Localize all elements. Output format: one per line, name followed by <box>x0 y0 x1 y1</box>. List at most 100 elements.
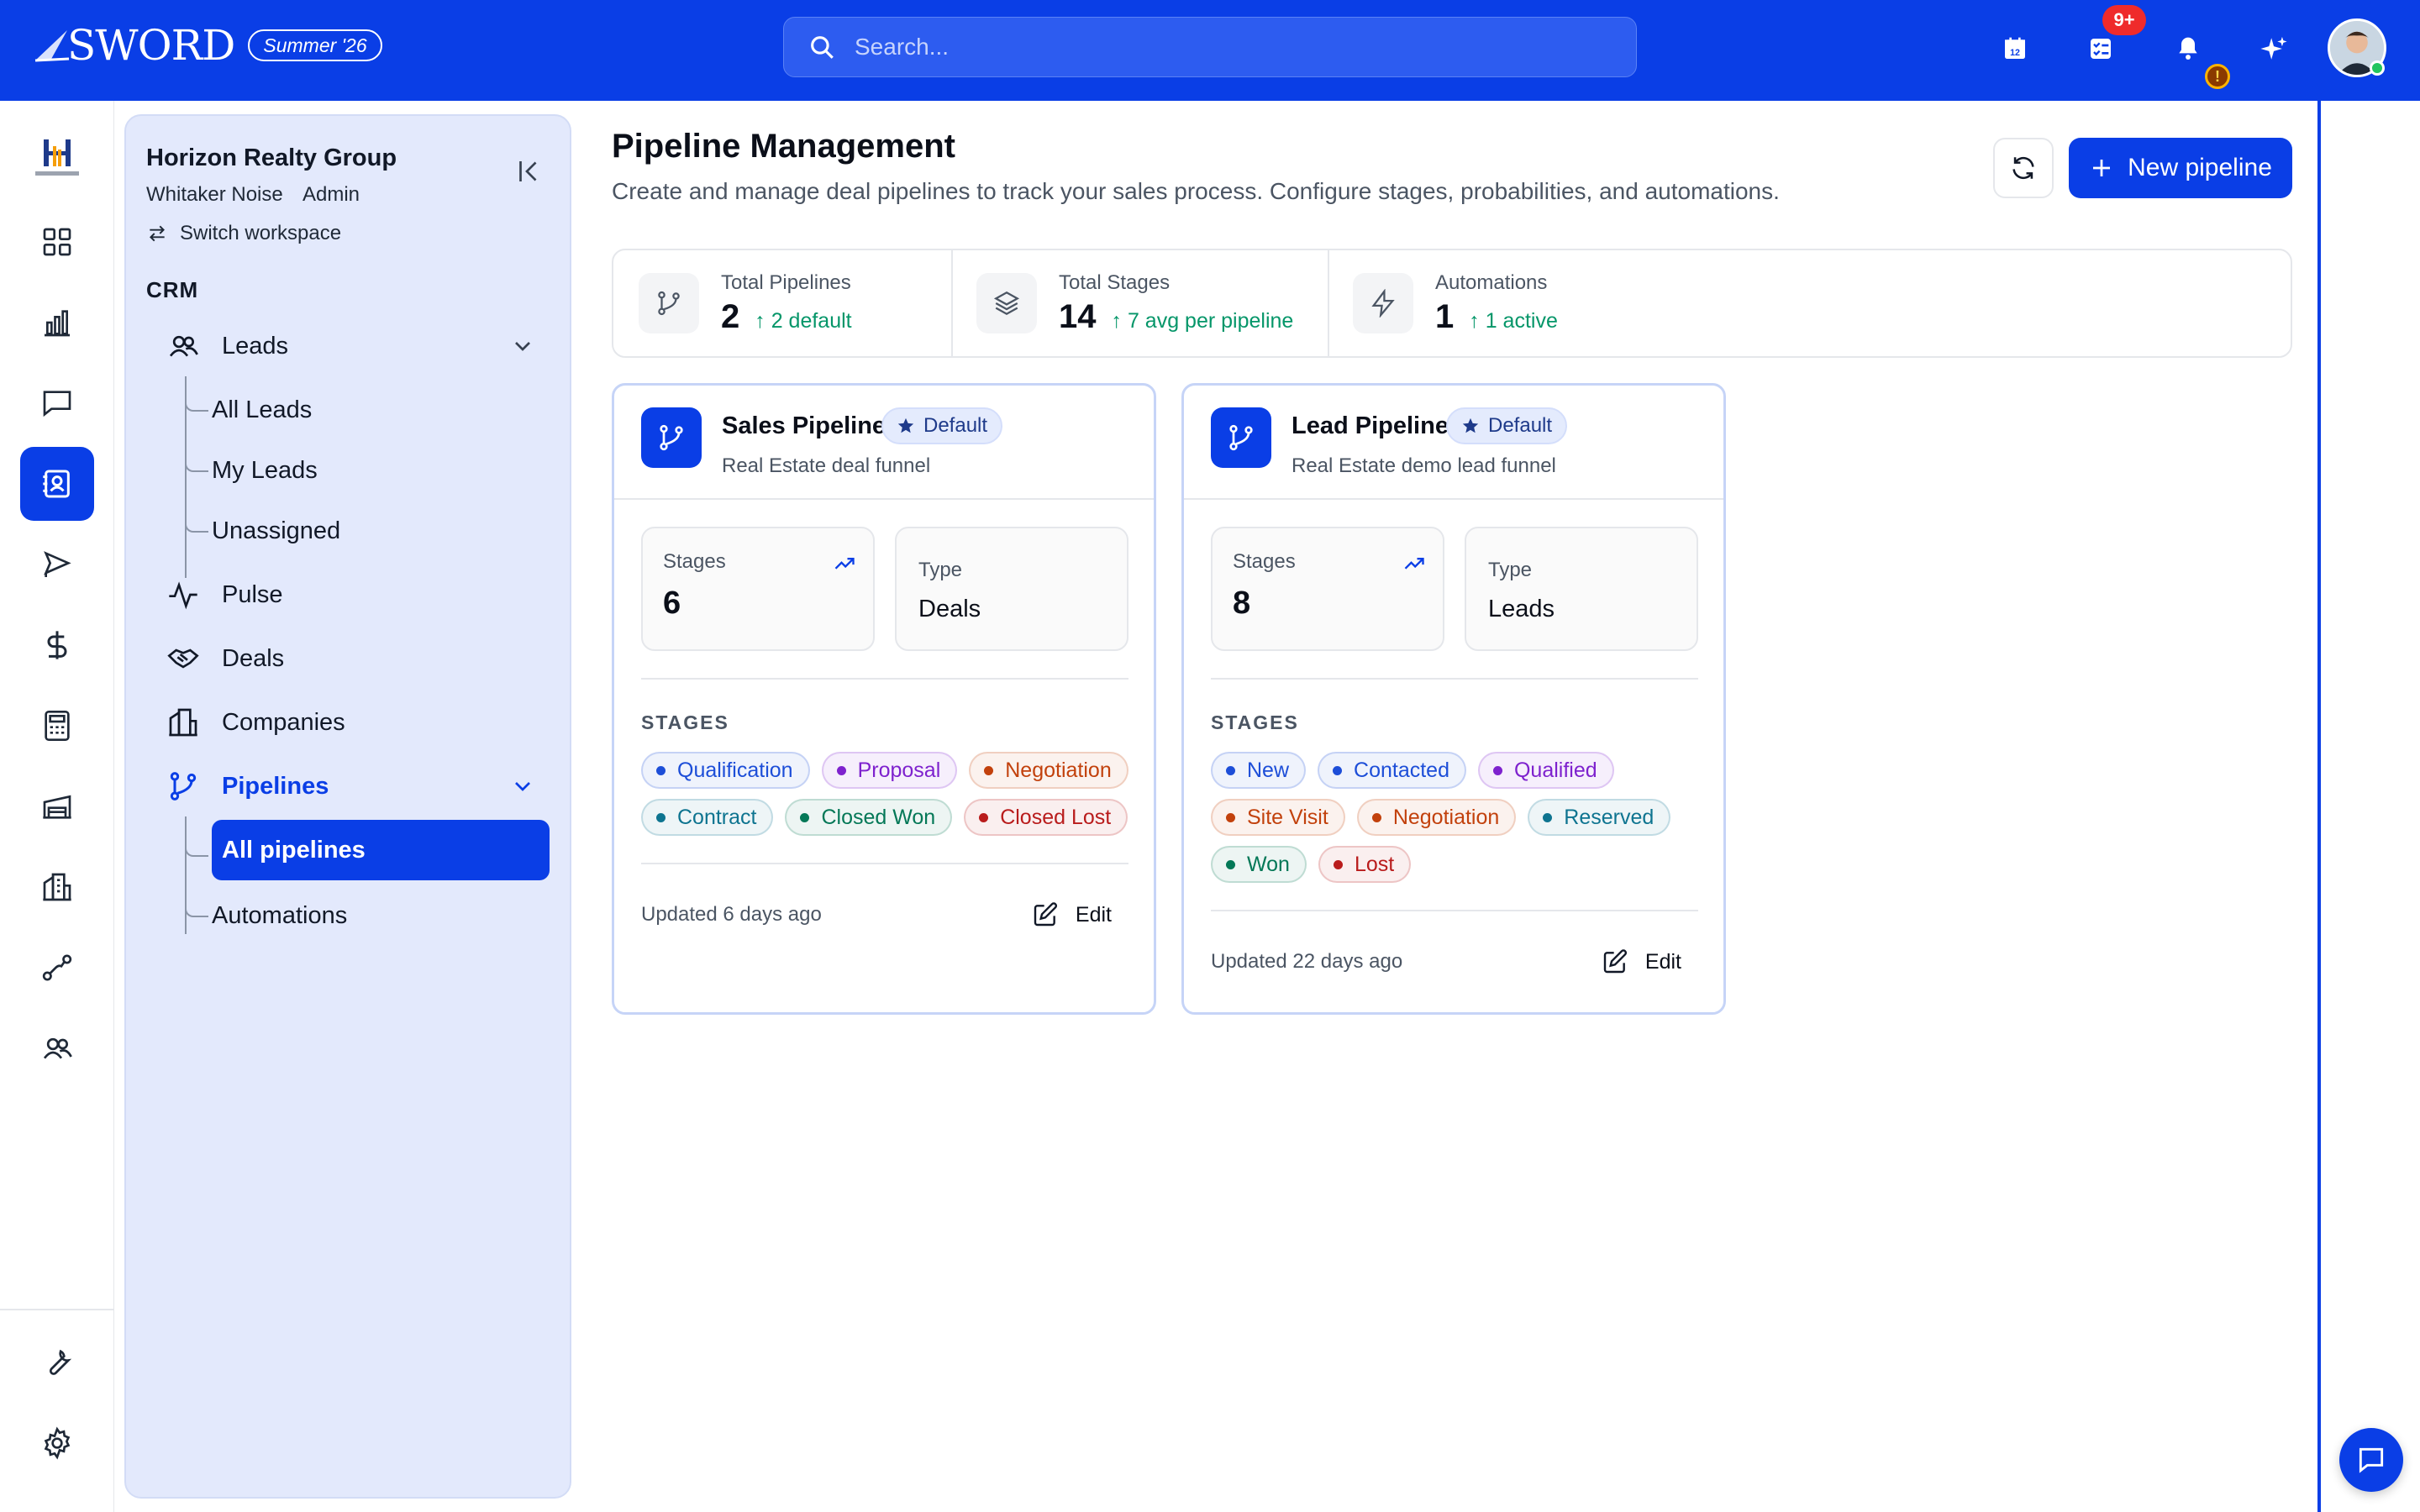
page-title: Pipeline Management <box>612 128 955 165</box>
nav-deals[interactable]: Deals <box>166 633 284 684</box>
pipeline-card-lead[interactable]: Lead Pipeline Default Real Estate demo l… <box>1181 383 1726 1015</box>
stage-chip: Closed Lost <box>964 799 1128 836</box>
rail-routes[interactable] <box>20 931 94 1005</box>
chat-launcher-button[interactable] <box>2339 1428 2403 1492</box>
stat-divider <box>1328 250 1329 356</box>
stage-label: Contacted <box>1354 758 1449 782</box>
stage-label: Lost <box>1354 852 1395 876</box>
global-search[interactable] <box>783 17 1637 77</box>
nav-companies-label: Companies <box>222 708 345 736</box>
nav-all-leads[interactable]: All Leads <box>212 385 312 435</box>
stat-total-pipelines: Total Pipelines 2 ↑ 2 default <box>639 250 852 356</box>
icon-rail <box>0 101 114 1512</box>
rail-settings[interactable] <box>20 1406 94 1480</box>
nav-automations[interactable]: Automations <box>212 890 347 941</box>
calendar-button[interactable]: 12 <box>1996 30 2033 67</box>
tree-elbow <box>185 840 208 857</box>
new-pipeline-label: New pipeline <box>2128 154 2272 181</box>
plus-icon <box>2093 160 2111 176</box>
chevron-down-icon[interactable] <box>509 773 536 800</box>
user-role: Admin <box>302 183 360 206</box>
stage-chip: Reserved <box>1528 799 1671 836</box>
edit-label: Edit <box>1075 902 1112 927</box>
tree-elbow <box>185 395 208 412</box>
rail-calculator[interactable] <box>20 689 94 763</box>
stage-label: Qualified <box>1513 758 1597 782</box>
trending-up-icon <box>1404 558 1424 570</box>
nav-unassigned[interactable]: Unassigned <box>212 506 340 556</box>
nav-pulse[interactable]: Pulse <box>166 570 283 620</box>
search-icon <box>811 36 834 59</box>
nav-my-leads[interactable]: My Leads <box>212 445 318 496</box>
search-input[interactable] <box>855 34 1611 60</box>
card-icon-box <box>1211 407 1271 468</box>
buildings-icon <box>43 873 71 901</box>
divider <box>641 863 1128 864</box>
section-label-crm: CRM <box>146 277 199 302</box>
mini-label: Type <box>918 559 963 581</box>
analytics-icon <box>45 310 70 337</box>
stage-dot <box>1543 812 1553 822</box>
rail-analytics[interactable] <box>20 286 94 360</box>
switch-workspace-label: Switch workspace <box>180 222 342 244</box>
nav-companies[interactable]: Companies <box>166 697 345 748</box>
chevron-down-icon[interactable] <box>509 333 536 360</box>
trending-up-icon <box>834 558 855 570</box>
ai-assistant-button[interactable] <box>2255 30 2292 67</box>
pipeline-icon <box>1229 424 1253 451</box>
stat-total-stages: Total Stages 14 ↑ 7 avg per pipeline <box>976 250 1293 356</box>
stage-dot <box>656 765 666 775</box>
tasks-button[interactable] <box>2082 30 2119 67</box>
switch-workspace-link[interactable]: Switch workspace <box>146 222 341 245</box>
stat-value: 2 <box>721 297 740 335</box>
rail-divider <box>0 1309 114 1310</box>
stage-label: Won <box>1247 852 1290 876</box>
rail-campaigns[interactable] <box>20 528 94 601</box>
logo-swoosh-icon <box>34 30 70 62</box>
finance-icon <box>47 631 67 659</box>
logo-text: SWORD <box>67 21 235 70</box>
rail-buildings[interactable] <box>20 850 94 924</box>
online-status-dot <box>2370 60 2385 76</box>
edit-button[interactable]: Edit <box>1015 891 1128 938</box>
stage-chip: Lost <box>1318 846 1412 883</box>
stage-dot <box>1226 812 1235 822</box>
nav-all-pipelines[interactable]: All pipelines <box>212 820 550 880</box>
default-badge-label: Default <box>1488 414 1553 437</box>
rail-tools[interactable] <box>20 1326 94 1399</box>
notifications-button[interactable] <box>2170 30 2207 67</box>
refresh-button[interactable] <box>1993 138 2054 198</box>
stage-label: New <box>1247 758 1290 782</box>
rail-team[interactable] <box>20 1011 94 1085</box>
rail-contacts[interactable] <box>20 447 94 521</box>
svg-text:12: 12 <box>2010 48 2020 58</box>
nav-pipelines[interactable]: Pipelines <box>166 761 329 811</box>
route-icon <box>42 954 72 981</box>
app-logo[interactable]: SWORD Summer '26 <box>34 21 382 70</box>
right-panel-edge <box>2317 101 2321 1512</box>
edit-button[interactable]: Edit <box>1585 938 1698 985</box>
rail-messages[interactable] <box>20 366 94 440</box>
collapse-sidebar-icon[interactable] <box>514 156 544 186</box>
stage-dot <box>1371 812 1381 822</box>
divider <box>1211 678 1698 680</box>
stage-dot <box>1333 765 1343 775</box>
stages-count: 8 <box>1233 585 1251 621</box>
pipeline-description: Real Estate deal funnel <box>722 454 931 477</box>
tree-line-pipelines <box>185 816 187 934</box>
new-pipeline-button[interactable]: New pipeline <box>2069 138 2292 198</box>
stage-label: Closed Won <box>821 805 936 829</box>
nav-leads[interactable]: Leads <box>166 321 288 371</box>
pipeline-card-sales[interactable]: Sales Pipeline Default Real Estate deal … <box>612 383 1156 1015</box>
rail-dashboard[interactable] <box>20 205 94 279</box>
stage-label: Reserved <box>1564 805 1655 829</box>
stat-value: 14 <box>1059 297 1097 335</box>
stat-icon-box <box>1353 273 1413 333</box>
rail-finance[interactable] <box>20 608 94 682</box>
tree-elbow <box>185 900 208 917</box>
warehouse-icon <box>43 795 71 819</box>
stats-bar: Total Pipelines 2 ↑ 2 default Total Stag… <box>612 249 2292 358</box>
building-icon <box>169 708 197 737</box>
rail-warehouse[interactable] <box>20 769 94 843</box>
team-icon <box>43 1037 72 1059</box>
